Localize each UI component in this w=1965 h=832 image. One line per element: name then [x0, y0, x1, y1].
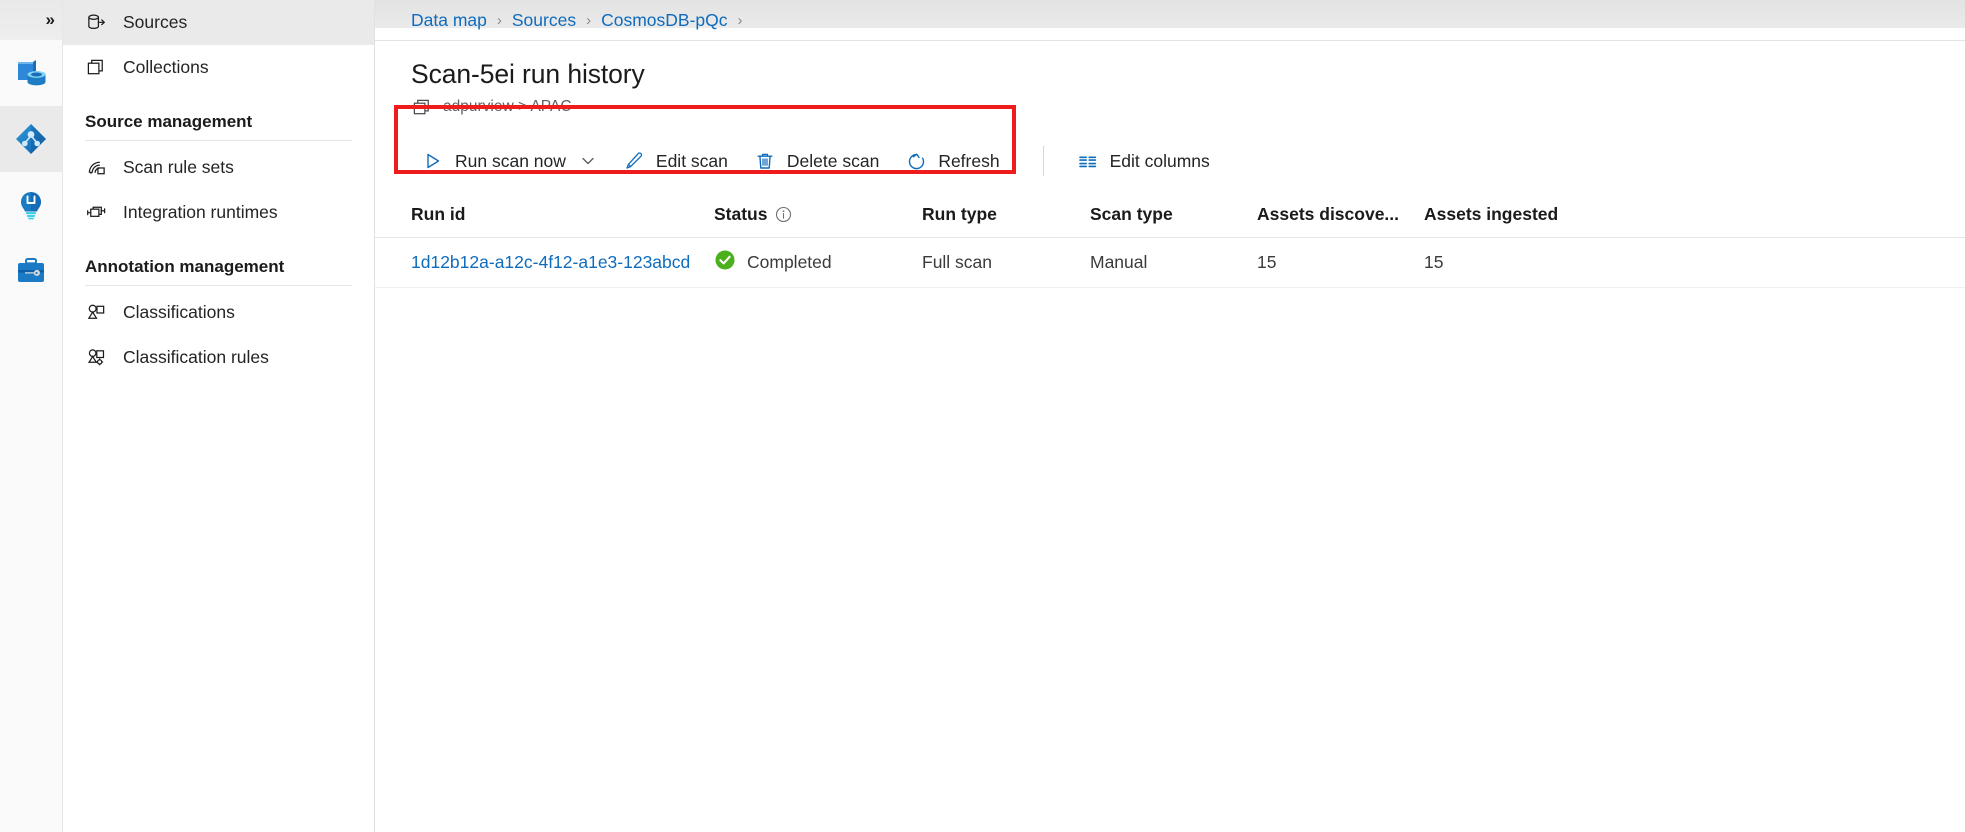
rail-item-data-catalog[interactable]: [0, 40, 62, 106]
chevron-right-icon: ›: [586, 11, 592, 29]
column-header-label: Scan type: [1090, 204, 1173, 224]
page-subtitle: adpurview > APAC: [411, 96, 1965, 118]
cell-status: Completed: [714, 249, 922, 276]
run-scan-now-button[interactable]: Run scan now: [409, 141, 610, 181]
toolbar-wrapper: Run scan now Edit scan Delete scan Refre…: [375, 105, 1965, 190]
rail-item-data-map[interactable]: [0, 106, 62, 172]
nav-section-source-management: Source management: [85, 112, 253, 131]
info-icon[interactable]: [775, 206, 792, 223]
column-header-status[interactable]: Status: [714, 204, 922, 225]
status-badge: Completed: [747, 252, 832, 272]
column-header-assets-discovered[interactable]: Assets discove...: [1257, 204, 1424, 225]
scan-rule-sets-icon: [85, 157, 107, 179]
run-id-link[interactable]: 1d12b12a-a12c-4f12-a1e3-123abcd: [411, 252, 690, 273]
sidebar-item-classification-rules[interactable]: Classification rules: [63, 335, 374, 380]
page-title: Scan-5ei run history: [411, 59, 645, 89]
pencil-icon: [623, 150, 645, 172]
column-header-run-type[interactable]: Run type: [922, 204, 1090, 225]
nav-divider: [85, 140, 352, 141]
refresh-label: Refresh: [938, 150, 1000, 171]
rail-item-management[interactable]: [0, 238, 62, 304]
classification-rules-icon: [85, 347, 107, 369]
table-row[interactable]: 1d12b12a-a12c-4f12-a1e3-123abcd Complete…: [375, 238, 1965, 288]
column-header-label: Run id: [411, 204, 466, 224]
refresh-icon: [905, 150, 927, 172]
cell-assets-discovered: 15: [1257, 252, 1277, 272]
data-map-icon: [14, 122, 48, 156]
page-subtitle-text: adpurview > APAC: [443, 98, 572, 115]
delete-scan-button[interactable]: Delete scan: [741, 141, 892, 181]
column-header-label: Run type: [922, 204, 997, 224]
chevron-down-icon[interactable]: [579, 152, 597, 170]
integration-runtimes-icon: [85, 202, 107, 224]
management-toolbox-icon: [15, 255, 47, 287]
left-icon-rail: »: [0, 0, 63, 832]
sidebar-item-label: Classification rules: [123, 347, 269, 367]
nav-divider: [85, 285, 352, 286]
chevron-right-icon: ›: [496, 11, 502, 29]
cell-run-id: 1d12b12a-a12c-4f12-a1e3-123abcd: [411, 252, 714, 273]
column-header-assets-ingested[interactable]: Assets ingested: [1424, 204, 1624, 225]
sidebar-item-label: Sources: [123, 12, 188, 32]
trash-icon: [754, 150, 776, 172]
secondary-nav: Sources Collections Source management Sc…: [63, 0, 375, 832]
column-header-label: Assets discove...: [1257, 204, 1400, 224]
chevron-double-right-icon: »: [45, 10, 56, 29]
expand-rail-button[interactable]: »: [0, 0, 62, 40]
run-history-table: Run id Status Run type Scan type Assets …: [375, 192, 1965, 288]
rail-item-data-insights[interactable]: [0, 172, 62, 238]
table-header-row: Run id Status Run type Scan type Assets …: [375, 192, 1965, 238]
column-header-run-id[interactable]: Run id: [411, 204, 714, 225]
cell-run-type: Full scan: [922, 252, 993, 272]
run-scan-now-label: Run scan now: [455, 150, 566, 171]
edit-columns-button[interactable]: Edit columns: [1064, 141, 1223, 181]
sidebar-item-collections[interactable]: Collections: [63, 45, 374, 90]
data-insights-icon: [15, 189, 47, 221]
refresh-button[interactable]: Refresh: [892, 141, 1012, 181]
sidebar-item-scan-rule-sets[interactable]: Scan rule sets: [63, 145, 374, 190]
sidebar-item-label: Classifications: [123, 302, 235, 322]
sidebar-item-label: Collections: [123, 57, 209, 77]
breadcrumb-item-data-map[interactable]: Data map: [411, 10, 487, 31]
play-icon: [422, 150, 444, 172]
edit-columns-label: Edit columns: [1109, 150, 1210, 171]
chevron-right-icon: ›: [737, 11, 743, 29]
data-catalog-icon: [14, 56, 48, 90]
page-header: Scan-5ei run history adpurview > APAC: [375, 41, 1965, 118]
breadcrumb: Data map › Sources › CosmosDB-pQc ›: [375, 0, 1965, 41]
collections-icon: [85, 57, 107, 79]
cell-scan-type: Manual: [1090, 252, 1148, 272]
classifications-icon: [85, 302, 107, 324]
edit-scan-button[interactable]: Edit scan: [610, 141, 741, 181]
column-header-scan-type[interactable]: Scan type: [1090, 204, 1257, 225]
delete-scan-label: Delete scan: [786, 150, 880, 171]
sidebar-item-classifications[interactable]: Classifications: [63, 290, 374, 335]
toolbar-divider: [1042, 146, 1044, 176]
purview-scan-run-history-page: » Sources Collections Source management …: [0, 0, 1965, 832]
column-header-label: Assets ingested: [1424, 204, 1559, 224]
breadcrumb-item-sources[interactable]: Sources: [512, 10, 576, 31]
sidebar-item-integration-runtimes[interactable]: Integration runtimes: [63, 190, 374, 235]
column-header-label: Status: [714, 204, 768, 224]
edit-scan-label: Edit scan: [655, 150, 728, 171]
sidebar-item-label: Scan rule sets: [123, 157, 234, 177]
sidebar-item-sources[interactable]: Sources: [63, 0, 374, 45]
edit-columns-icon: [1077, 150, 1099, 172]
sidebar-item-label: Integration runtimes: [123, 202, 278, 222]
status-completed-icon: [714, 249, 736, 276]
breadcrumb-item-cosmosdb[interactable]: CosmosDB-pQc: [601, 10, 727, 31]
collection-icon: [411, 96, 433, 118]
command-toolbar: Run scan now Edit scan Delete scan Refre…: [375, 132, 1965, 190]
nav-section-annotation-management: Annotation management: [85, 257, 285, 276]
cell-assets-ingested: 15: [1424, 252, 1444, 272]
main-content: Data map › Sources › CosmosDB-pQc › Scan…: [375, 0, 1965, 832]
source-icon: [85, 12, 107, 34]
